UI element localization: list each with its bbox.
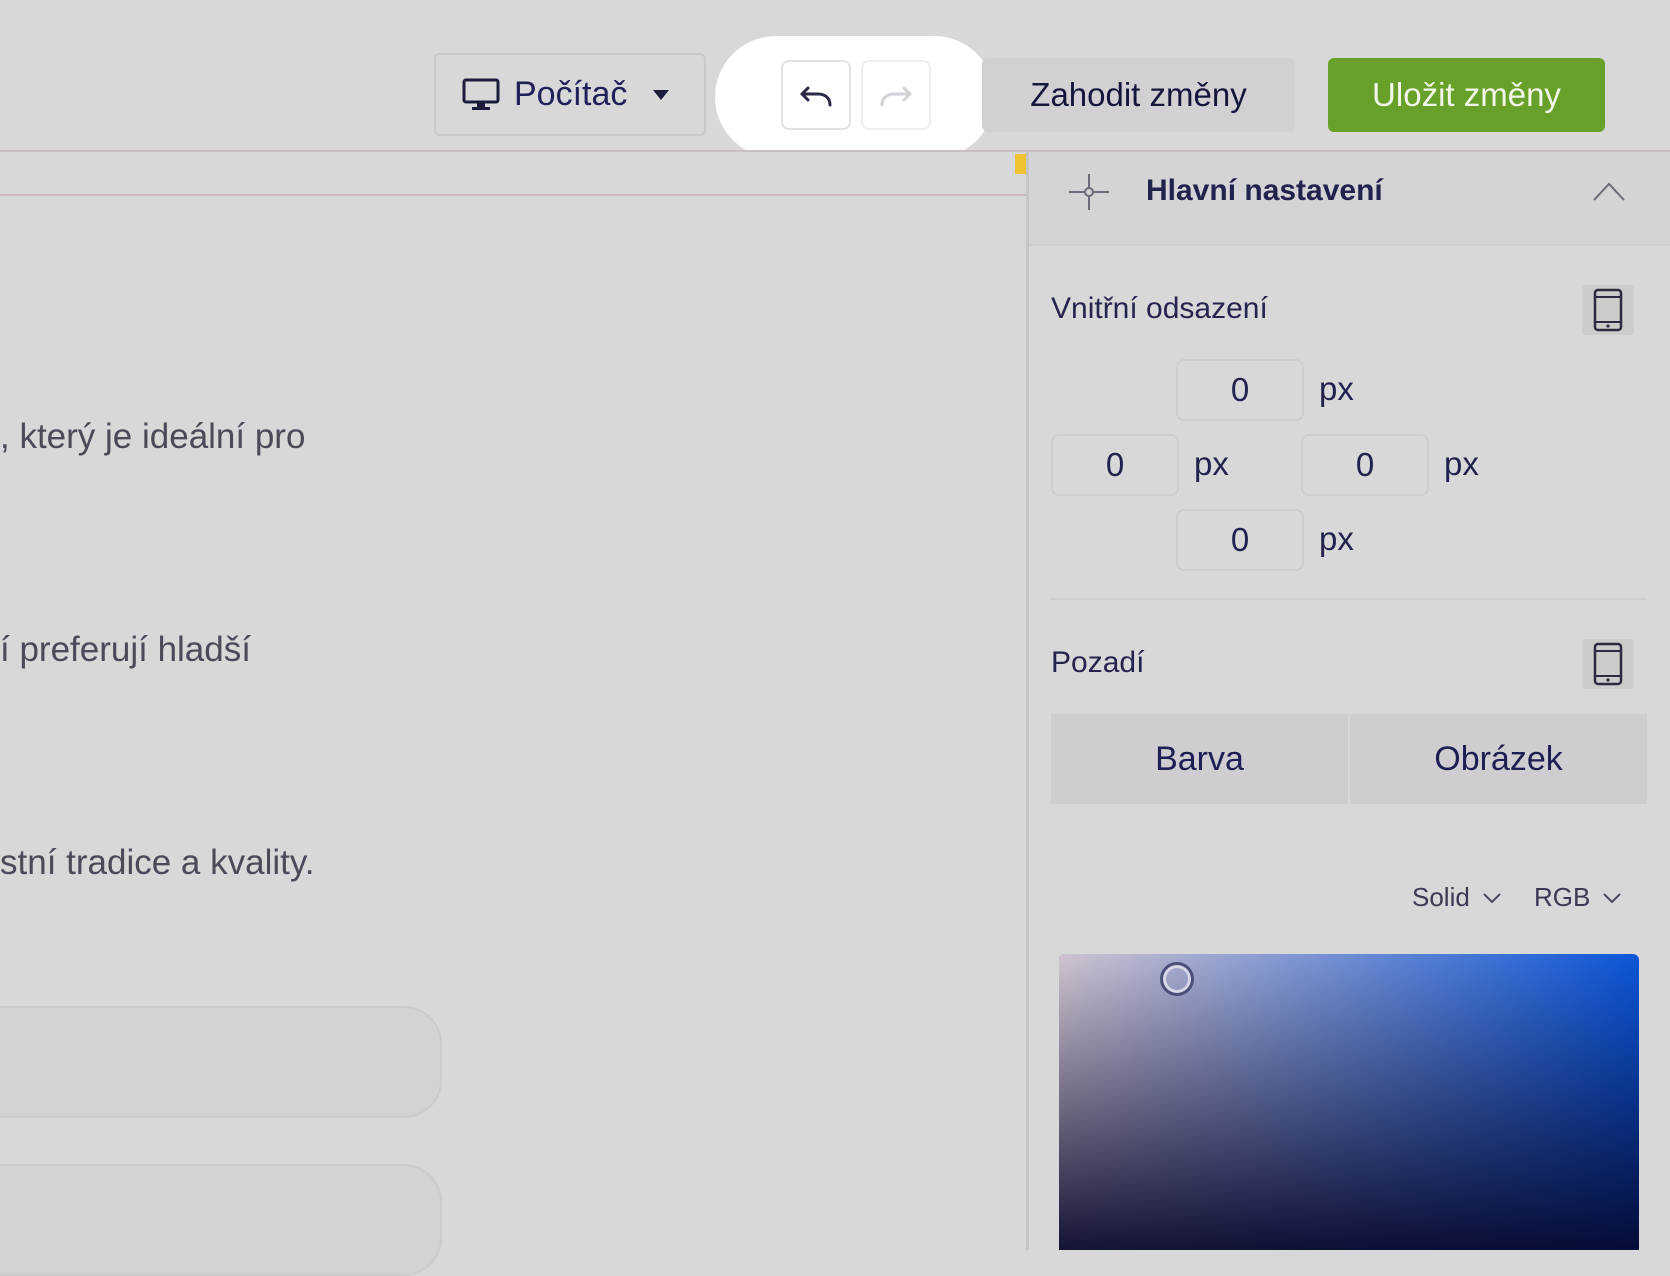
padding-responsive-toggle[interactable] (1582, 285, 1634, 335)
redo-button[interactable] (861, 60, 931, 130)
padding-right-unit: px (1444, 445, 1479, 482)
background-type-tabs: Barva Obrázek (1051, 714, 1647, 804)
section-resize-handle[interactable] (1015, 154, 1026, 174)
history-highlight (715, 36, 995, 158)
fill-mode-value: Solid (1412, 882, 1470, 912)
tab-image[interactable]: Obrázek (1348, 714, 1647, 804)
fill-mode-select[interactable]: Solid (1412, 882, 1502, 913)
panel-header[interactable]: Hlavní nastavení (1029, 152, 1670, 246)
padding-bottom-unit: px (1319, 520, 1354, 557)
redo-icon (880, 86, 912, 107)
padding-top-unit: px (1319, 370, 1354, 407)
preview-pill-block[interactable] (0, 1006, 442, 1118)
undo-icon (800, 86, 832, 107)
device-select-label: Počítač (514, 75, 628, 113)
chevron-down-icon (1483, 892, 1501, 903)
color-model-value: RGB (1534, 882, 1591, 912)
discard-changes-button[interactable]: Zahodit změny (982, 58, 1295, 132)
chevron-up-icon[interactable] (1591, 176, 1627, 206)
mobile-phone-icon (1593, 642, 1623, 686)
crosshair-icon (1069, 174, 1109, 210)
page-preview-canvas[interactable]: , který je ideální pro í preferují hladš… (0, 152, 1026, 1276)
preview-pill-block[interactable] (0, 1164, 442, 1276)
monitor-icon (462, 78, 500, 110)
undo-button[interactable] (781, 60, 851, 130)
preview-text-line: stní tradice a kvality. (0, 843, 315, 882)
picker-black-gradient (1059, 954, 1639, 1250)
color-picker-handle[interactable] (1160, 962, 1194, 996)
background-responsive-toggle[interactable] (1582, 639, 1634, 689)
save-changes-button[interactable]: Uložit změny (1328, 58, 1605, 132)
background-label: Pozadí (1051, 646, 1145, 679)
panel-title: Hlavní nastavení (1146, 174, 1383, 207)
tab-color[interactable]: Barva (1051, 714, 1348, 804)
padding-left-unit: px (1194, 445, 1229, 482)
selected-section-outline (0, 152, 1026, 196)
padding-top-input[interactable]: 0 (1176, 359, 1304, 421)
preview-text-line: , který je ideální pro (0, 417, 306, 456)
color-model-select[interactable]: RGB (1534, 882, 1622, 913)
padding-right-input[interactable]: 0 (1301, 434, 1429, 496)
padding-left-input[interactable]: 0 (1051, 434, 1179, 496)
padding-label: Vnitřní odsazení (1051, 292, 1268, 325)
mobile-phone-icon (1593, 288, 1623, 332)
padding-bottom-input[interactable]: 0 (1176, 509, 1304, 571)
device-select[interactable]: Počítač (434, 53, 706, 136)
preview-text-line: í preferují hladší (0, 630, 251, 669)
color-saturation-picker[interactable] (1059, 954, 1639, 1250)
caret-down-icon (653, 89, 670, 100)
settings-panel: Hlavní nastavení Vnitřní odsazení 0 px 0… (1029, 152, 1670, 1250)
section-divider (1051, 598, 1647, 600)
chevron-down-icon (1603, 892, 1622, 903)
